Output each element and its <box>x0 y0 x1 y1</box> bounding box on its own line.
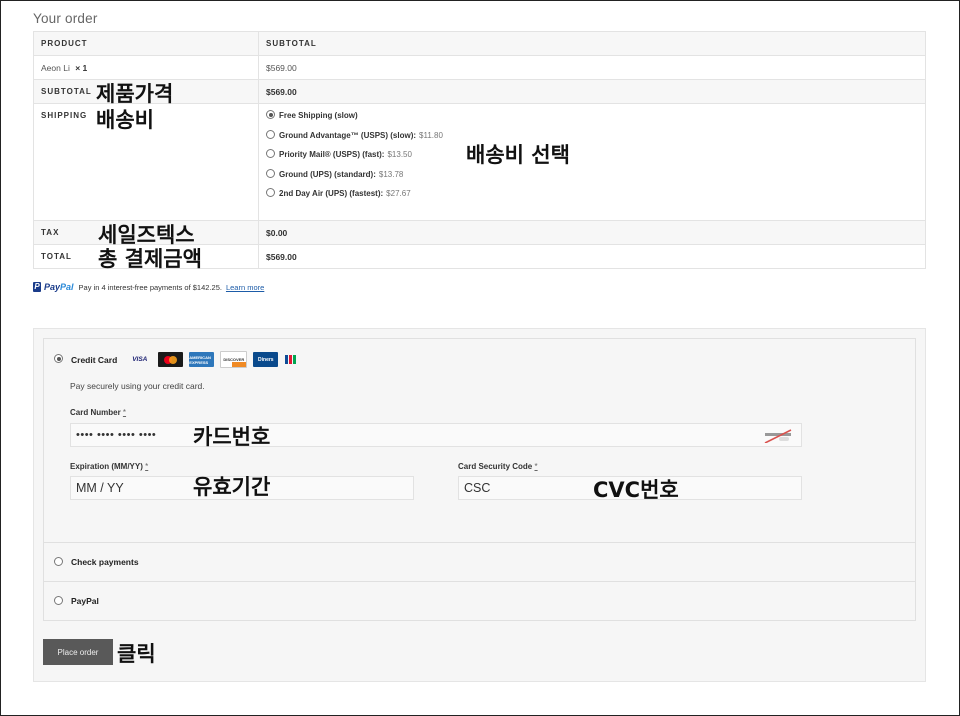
product-price: $569.00 <box>258 55 926 80</box>
paylater-text: Pay in 4 interest-free payments of $142.… <box>78 282 222 292</box>
subtotal-value: $569.00 <box>258 79 926 104</box>
check-payments-label: Check payments <box>71 557 139 567</box>
annotation-place-order: 클릭 <box>117 642 156 666</box>
card-type-unknown-icon <box>764 429 792 443</box>
required-marker: * <box>145 462 149 471</box>
paypal-paylater-banner: P Pay Pal Pay in 4 interest-free payments… <box>33 282 264 292</box>
learn-more-link[interactable]: Learn more <box>226 283 264 292</box>
radio-icon[interactable] <box>266 168 275 178</box>
credit-card-label: Credit Card <box>71 354 118 365</box>
annotation-card-number: 카드번호 <box>193 425 271 449</box>
csc-label: Card Security Code * <box>458 462 538 471</box>
diners-logo: Diners <box>253 352 279 367</box>
payment-methods: Credit Card VISA AMERICAN EXPRESS DISCOV… <box>43 338 916 621</box>
mastercard-logo <box>158 352 184 367</box>
shipping-option[interactable]: Ground (UPS) (standard): $13.78 <box>266 168 918 190</box>
paypal-p-icon: P <box>33 282 41 292</box>
payment-method-credit-card[interactable]: Credit Card VISA AMERICAN EXPRESS DISCOV… <box>44 339 915 543</box>
card-number-input[interactable]: •••• •••• •••• •••• <box>70 423 802 447</box>
subtotal-header: SUBTOTAL <box>258 31 926 56</box>
visa-logo: VISA <box>132 356 148 363</box>
shipping-option[interactable]: Priority Mail® (USPS) (fast): $13.50 <box>266 149 918 170</box>
product-cell: Aeon Li × 1 <box>33 55 259 80</box>
product-header: PRODUCT <box>33 31 259 56</box>
discover-logo: DISCOVER <box>220 351 248 368</box>
product-qty: × 1 <box>75 62 88 73</box>
radio-selected-icon[interactable] <box>266 110 275 119</box>
table-header-row: PRODUCT SUBTOTAL <box>33 31 926 56</box>
shipping-option[interactable]: Free Shipping (slow) <box>266 110 918 131</box>
order-title: Your order <box>33 11 98 26</box>
shipping-option[interactable]: Ground Advantage™ (USPS) (slow): $11.80 <box>266 129 918 151</box>
annotation-shipping-select: 배송비 선택 <box>466 143 570 167</box>
product-name: Aeon Li <box>41 62 70 73</box>
shipping-option[interactable]: 2nd Day Air (UPS) (fastest): $27.67 <box>266 188 918 209</box>
card-brand-logos: VISA AMERICAN EXPRESS DISCOVER Diners <box>127 351 302 368</box>
required-marker: * <box>534 462 538 471</box>
jcb-logo <box>284 352 296 367</box>
payment-method-check[interactable]: Check payments <box>44 543 915 582</box>
required-marker: * <box>122 408 127 417</box>
shipping-options: Free Shipping (slow) Ground Advantage™ (… <box>266 104 918 209</box>
radio-icon[interactable] <box>54 595 63 605</box>
radio-icon[interactable] <box>266 188 275 197</box>
paypal-logo: P Pay Pal <box>33 282 74 292</box>
annotation-cvc: CVC번호 <box>593 478 679 502</box>
annotation-shipping: 배송비 <box>96 108 154 132</box>
total-value: $569.00 <box>258 244 926 269</box>
place-order-button[interactable]: Place order <box>43 639 113 665</box>
amex-logo: AMERICAN EXPRESS <box>189 352 215 367</box>
credit-card-header[interactable]: Credit Card VISA AMERICAN EXPRESS DISCOV… <box>54 351 302 368</box>
credit-card-description: Pay securely using your credit card. <box>70 381 205 391</box>
radio-icon[interactable] <box>54 556 63 566</box>
expiration-label: Expiration (MM/YY) * <box>70 462 149 471</box>
annotation-total: 총 결제금액 <box>98 247 202 271</box>
radio-icon[interactable] <box>266 129 275 139</box>
radio-icon[interactable] <box>266 149 275 158</box>
annotation-expiration: 유효기간 <box>193 475 271 499</box>
product-row: Aeon Li × 1 $569.00 <box>33 55 926 80</box>
paypal-label: PayPal <box>71 596 99 606</box>
tax-value: $0.00 <box>258 220 926 245</box>
payment-method-paypal[interactable]: PayPal <box>44 582 915 620</box>
payment-section: Credit Card VISA AMERICAN EXPRESS DISCOV… <box>33 328 926 682</box>
radio-selected-icon[interactable] <box>54 354 63 363</box>
card-number-label: Card Number * <box>70 408 127 417</box>
shipping-options-cell: Free Shipping (slow) Ground Advantage™ (… <box>258 103 926 221</box>
